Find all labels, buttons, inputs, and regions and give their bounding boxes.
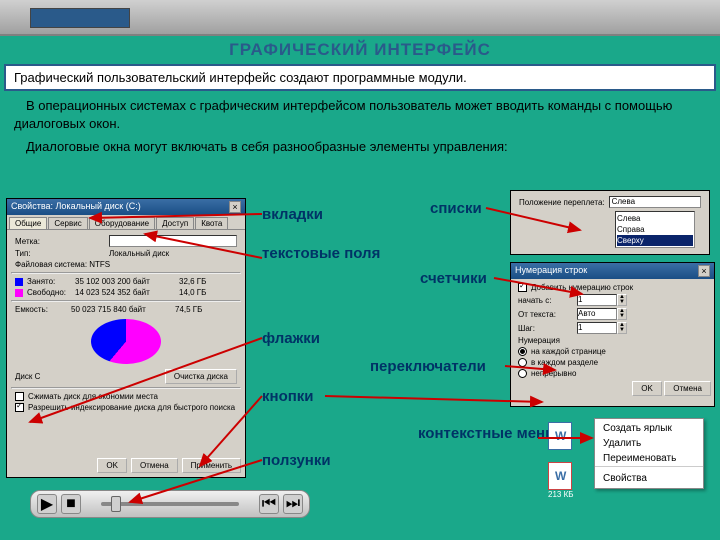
radio-each-page[interactable] (518, 347, 527, 356)
file-icon-doc[interactable] (548, 422, 572, 450)
add-numbering-checkbox[interactable] (518, 283, 527, 292)
next-icon[interactable]: ⏭ (283, 494, 303, 514)
para2: Диалоговые окна могут включать в себя ра… (14, 138, 706, 156)
line-numbering-dialog: Нумерация строк× Добавить нумерацию стро… (510, 262, 715, 407)
free-label: Свободно: (27, 288, 71, 297)
dlg1-title: Свойства: Локальный диск (C:) (11, 201, 141, 213)
name-label: Метка: (15, 237, 105, 246)
file-icon-ppt[interactable]: 213 КБ (548, 462, 573, 499)
properties-dialog: Свойства: Локальный диск (C:) × Общие Сер… (6, 198, 246, 478)
cap-label: Емкость: (15, 305, 67, 314)
dlg2-title: Нумерация строк (515, 265, 587, 277)
stop-icon[interactable]: ■ (61, 494, 81, 514)
radio-continuous[interactable] (518, 369, 527, 378)
label-spinners: счетчики (420, 270, 487, 287)
cancel-button[interactable]: Отмена (664, 381, 711, 396)
index-checkbox[interactable] (15, 403, 24, 412)
page-title: ГРАФИЧЕСКИЙ ИНТЕРФЕЙС (0, 36, 720, 64)
close-icon[interactable]: × (698, 265, 710, 277)
step-spinner[interactable]: 1▲▼ (577, 322, 627, 334)
fs-label: Файловая система: NTFS (15, 260, 110, 269)
context-menu: Создать ярлык Удалить Переименовать Свой… (594, 418, 704, 489)
type-value: Локальный диск (109, 249, 169, 258)
close-icon[interactable]: × (229, 201, 241, 213)
apply-button[interactable]: Применить (182, 458, 241, 473)
tab-quota[interactable]: Квота (195, 217, 228, 229)
cancel-button[interactable]: Отмена (131, 458, 178, 473)
label-context: контекстные меню (418, 426, 558, 443)
used-label: Занято: (27, 277, 71, 286)
label-radios: переключатели (370, 358, 486, 375)
label-buttons: кнопки (262, 388, 314, 405)
tab-service[interactable]: Сервис (48, 217, 87, 229)
slider-thumb[interactable] (111, 496, 121, 512)
used-swatch (15, 278, 23, 286)
ok-button[interactable]: OK (632, 381, 662, 396)
play-icon[interactable]: ▶ (37, 494, 57, 514)
para1: В операционных системах с графическим ин… (14, 97, 706, 132)
tab-general[interactable]: Общие (9, 217, 47, 229)
label-tabs: вкладки (262, 206, 323, 223)
bind-pos-label: Положение переплета: (519, 198, 605, 207)
tab-share[interactable]: Доступ (156, 217, 194, 229)
pie-chart (91, 319, 161, 364)
label-textfields: текстовые поля (262, 246, 380, 263)
bind-pos-list[interactable]: Слева Справа Сверху (615, 211, 695, 248)
ctx-rename[interactable]: Переименовать (595, 451, 703, 466)
ctx-properties[interactable]: Свойства (595, 471, 703, 486)
ok-button[interactable]: OK (97, 458, 127, 473)
list-panel: Положение переплета: Слева Слева Справа С… (510, 190, 710, 255)
media-slider-bar: ▶ ■ ⏮ ⏭ (30, 490, 310, 518)
name-input[interactable] (109, 235, 237, 247)
ctx-create-shortcut[interactable]: Создать ярлык (595, 421, 703, 436)
label-lists: списки (430, 200, 482, 217)
label-checkboxes: флажки (262, 330, 320, 347)
ctx-delete[interactable]: Удалить (595, 436, 703, 451)
bind-pos-select[interactable]: Слева (609, 196, 701, 208)
type-label: Тип: (15, 249, 105, 258)
disk-c-label: Диск C (15, 372, 40, 381)
compress-checkbox[interactable] (15, 392, 24, 401)
slider-track[interactable] (101, 502, 239, 506)
radio-each-section[interactable] (518, 358, 527, 367)
start-spinner[interactable]: 1▲▼ (577, 294, 627, 306)
label-sliders: ползунки (262, 452, 331, 469)
clean-disk-button[interactable]: Очистка диска (165, 369, 237, 384)
intro-box: Графический пользовательский интерфейс с… (4, 64, 716, 91)
free-swatch (15, 289, 23, 297)
prev-icon[interactable]: ⏮ (259, 494, 279, 514)
from-spinner[interactable]: Авто▲▼ (577, 308, 627, 320)
tab-hardware[interactable]: Оборудование (89, 217, 155, 229)
tabs-strip: Общие Сервис Оборудование Доступ Квота (7, 215, 245, 230)
